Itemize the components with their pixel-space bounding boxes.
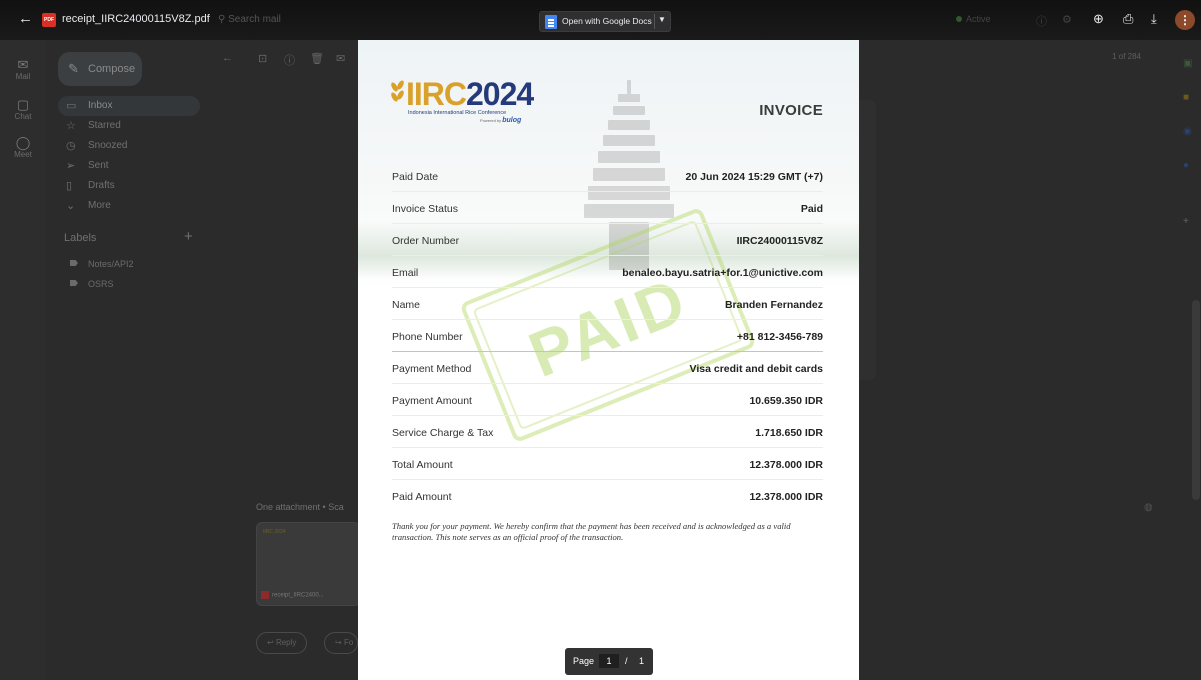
scrollbar[interactable] [1192, 300, 1200, 500]
row-order-number: Order Number IIRC24000115V8Z [392, 224, 823, 256]
viewer-toolbar: ← PDF receipt_IIRC24000115V8Z.pdf ⚲ Sear… [0, 0, 1201, 40]
more-options-icon[interactable]: ⋮ [1175, 10, 1195, 30]
rail-mail[interactable]: ✉ Mail [0, 57, 46, 82]
pencil-icon: ✎ [68, 61, 79, 76]
row-email: Email benaleo.bayu.satria+for.1@unictive.… [392, 256, 823, 288]
download-icon[interactable]: ⤓ [1151, 11, 1157, 27]
label-item[interactable]: OSRS [58, 276, 114, 292]
page-label: Page [573, 656, 595, 666]
nav-more[interactable]: ⌄ More [58, 196, 200, 216]
draft-icon: ▯ [66, 180, 73, 192]
row-total-amount: Total Amount 12.378.000 IDR [392, 448, 823, 480]
tasks-icon[interactable]: ◉ [1183, 126, 1192, 137]
open-with-google-docs-button[interactable]: Open with Google Docs ▼ [539, 11, 671, 32]
open-with-label: Open with Google Docs [562, 16, 652, 26]
iirc-logo: IIRC2024 Indonesia International Rice Co… [389, 76, 562, 128]
status-badge[interactable]: Active [956, 14, 991, 24]
search-icon: ⚲ [218, 14, 229, 25]
logo-powered-by: Powered by bulog [480, 117, 522, 124]
star-icon: ☆ [66, 120, 76, 132]
archive-icon[interactable]: ⊡ [258, 52, 267, 65]
keep-icon[interactable]: ■ [1183, 92, 1189, 103]
gmail-left-rail: ✉ Mail ▢ Chat ◯ Meet [0, 40, 46, 680]
pdf-icon: PDF [42, 13, 56, 27]
page-number-input[interactable]: 1 [599, 654, 619, 668]
meet-icon: ◯ [15, 135, 31, 150]
back-arrow-icon[interactable]: ← [222, 52, 233, 64]
pager: 1 of 284 [1112, 52, 1141, 61]
attachment-thumbnail[interactable]: IIRC 2024 receipt_IIRC2400... [256, 522, 360, 606]
send-icon: ➢ [66, 160, 76, 172]
settings-icon[interactable]: ⚙ [1062, 13, 1072, 26]
print-icon[interactable]: ⎙ [1123, 11, 1133, 27]
report-icon[interactable]: ⓘ [284, 52, 295, 68]
row-paid-amount: Paid Amount 12.378.000 IDR [392, 491, 823, 503]
page-separator: / [625, 656, 628, 666]
contacts-icon[interactable]: ● [1183, 160, 1189, 171]
drive-add-icon[interactable]: ◍ [1144, 502, 1153, 513]
search-input[interactable]: ⚲ Search mail [218, 14, 281, 25]
status-dot-icon [956, 16, 962, 22]
nav-starred[interactable]: ☆ Starred [58, 116, 200, 136]
row-service-charge: Service Charge & Tax 1.718.650 IDR [392, 416, 823, 448]
mail-icon[interactable]: ✉ [336, 52, 345, 65]
nav-snoozed[interactable]: ◷ Snoozed [58, 136, 200, 156]
chat-icon: ▢ [16, 97, 30, 112]
add-addon-icon[interactable]: + [1183, 216, 1189, 227]
invoice-details: Paid Date 20 Jun 2024 15:29 GMT (+7) Invo… [392, 160, 823, 512]
row-phone-number: Phone Number +81 812-3456-789 [392, 320, 823, 352]
thank-you-note: Thank you for your payment. We hereby co… [392, 521, 791, 542]
nav-inbox[interactable]: ▭ Inbox [58, 96, 200, 116]
row-payment-method: Payment Method Visa credit and debit card… [392, 352, 823, 384]
rail-meet[interactable]: ◯ Meet [0, 135, 46, 160]
page-total: 1 [639, 656, 645, 666]
attachment-name: receipt_IIRC2400... [261, 591, 324, 599]
labels-heading: Labels [64, 232, 97, 244]
thumbnail-logo: IIRC 2024 [263, 529, 286, 535]
google-docs-icon [545, 15, 557, 29]
clock-icon: ◷ [66, 140, 76, 152]
rail-chat[interactable]: ▢ Chat [0, 97, 46, 122]
inbox-icon: ▭ [66, 100, 77, 112]
file-name: receipt_IIRC24000115V8Z.pdf [62, 13, 210, 25]
divider [654, 14, 655, 29]
label-icon [70, 260, 78, 266]
forward-button[interactable]: ↪ Fo [324, 632, 359, 654]
back-arrow-icon[interactable]: ← [18, 10, 33, 27]
page-navigator: Page 1 / 1 [565, 648, 653, 675]
row-payment-amount: Payment Amount 10.659.350 IDR [392, 384, 823, 416]
invoice-title: INVOICE [759, 102, 823, 119]
label-item[interactable]: Notes/API2 [58, 256, 134, 272]
chevron-down-icon: ⌄ [66, 200, 76, 212]
delete-icon[interactable]: 🗑 [310, 52, 324, 65]
row-invoice-status: Invoice Status Paid [392, 192, 823, 224]
rice-stalk-icon [389, 79, 406, 106]
reply-button[interactable]: ↩ Reply [256, 632, 308, 654]
add-label-icon[interactable]: + [184, 228, 193, 245]
row-paid-date: Paid Date 20 Jun 2024 15:29 GMT (+7) [392, 160, 823, 192]
logo-subtitle: Indonesia International Rice Conference [408, 110, 507, 116]
add-to-drive-icon[interactable]: ⊕ [1093, 11, 1104, 27]
label-icon [70, 280, 78, 286]
help-icon[interactable]: ⓘ [1036, 13, 1047, 29]
pdf-page: IIRC2024 Indonesia International Rice Co… [358, 40, 859, 680]
nav-sent[interactable]: ➢ Sent [58, 156, 200, 176]
compose-button[interactable]: ✎ Compose [58, 52, 142, 86]
logo-wordmark: IIRC2024 [406, 76, 534, 112]
nav-drafts[interactable]: ▯ Drafts [58, 176, 200, 196]
caret-down-icon[interactable]: ▼ [658, 15, 666, 24]
attachment-line: One attachment • Sca [256, 502, 344, 512]
calendar-icon[interactable]: ▣ [1183, 58, 1192, 69]
mail-icon: ✉ [17, 57, 29, 72]
pdf-icon [261, 591, 269, 599]
row-name: Name Branden Fernandez [392, 288, 823, 320]
